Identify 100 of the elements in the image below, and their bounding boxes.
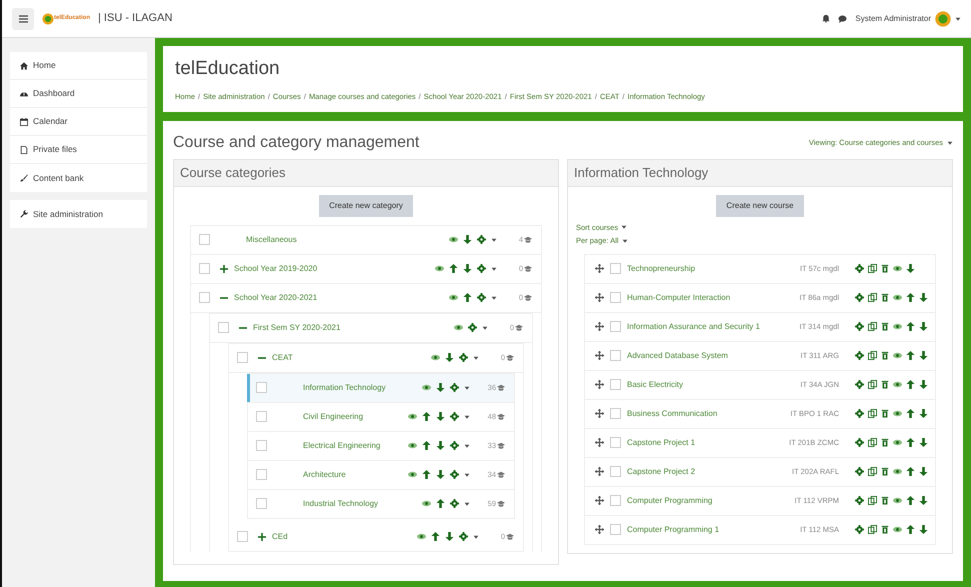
trash-icon[interactable] bbox=[881, 322, 889, 332]
category-checkbox[interactable] bbox=[199, 234, 210, 246]
category-checkbox[interactable] bbox=[199, 292, 210, 304]
caret-icon[interactable] bbox=[491, 236, 497, 243]
move-icon[interactable] bbox=[595, 496, 604, 506]
category-checkbox[interactable] bbox=[237, 352, 248, 364]
category-name[interactable]: Industrial Technology bbox=[303, 498, 378, 510]
copy-icon[interactable] bbox=[868, 293, 877, 302]
copy-icon[interactable] bbox=[868, 351, 877, 360]
course-name[interactable]: Technopreneurship bbox=[627, 262, 696, 275]
eye-icon[interactable] bbox=[893, 351, 902, 360]
move-icon[interactable] bbox=[595, 380, 604, 390]
up-arrow-icon[interactable] bbox=[422, 441, 431, 450]
user-menu[interactable]: System Administrator bbox=[855, 10, 961, 26]
eye-icon[interactable] bbox=[893, 409, 902, 418]
caret-icon[interactable] bbox=[464, 442, 470, 449]
down-arrow-icon[interactable] bbox=[919, 496, 928, 506]
down-arrow-icon[interactable] bbox=[919, 380, 928, 390]
up-arrow-icon[interactable] bbox=[436, 499, 445, 508]
down-arrow-icon[interactable] bbox=[919, 293, 928, 302]
move-icon[interactable] bbox=[595, 351, 604, 360]
down-arrow-icon[interactable] bbox=[436, 412, 445, 422]
caret-icon[interactable] bbox=[473, 354, 479, 361]
trash-icon[interactable] bbox=[881, 380, 889, 390]
eye-icon[interactable] bbox=[454, 323, 463, 332]
course-name[interactable]: Computer Programming bbox=[627, 494, 712, 507]
down-arrow-icon[interactable] bbox=[919, 351, 928, 360]
down-arrow-icon[interactable] bbox=[445, 353, 454, 362]
create-category-button[interactable]: Create new category bbox=[319, 194, 413, 217]
gear-icon[interactable] bbox=[855, 525, 864, 534]
course-checkbox[interactable] bbox=[610, 495, 621, 506]
eye-icon[interactable] bbox=[893, 293, 902, 302]
eye-icon[interactable] bbox=[408, 412, 417, 422]
up-arrow-icon[interactable] bbox=[906, 496, 915, 506]
course-name[interactable]: Human-Computer Interaction bbox=[627, 292, 730, 304]
gear-icon[interactable] bbox=[450, 499, 459, 508]
trash-icon[interactable] bbox=[881, 409, 889, 418]
gear-icon[interactable] bbox=[450, 412, 459, 422]
create-course-button[interactable]: Create new course bbox=[716, 194, 804, 217]
category-name[interactable]: CEAT bbox=[272, 352, 293, 364]
eye-icon[interactable] bbox=[422, 383, 431, 392]
course-name[interactable]: Basic Electricity bbox=[627, 378, 684, 391]
copy-icon[interactable] bbox=[868, 409, 877, 418]
avatar-icon[interactable] bbox=[935, 10, 951, 26]
course-checkbox[interactable] bbox=[610, 408, 621, 420]
gear-icon[interactable] bbox=[468, 323, 477, 332]
menu-button[interactable] bbox=[12, 8, 34, 30]
trash-icon[interactable] bbox=[881, 293, 889, 302]
course-checkbox[interactable] bbox=[610, 292, 621, 304]
gear-icon[interactable] bbox=[855, 438, 864, 448]
category-checkbox[interactable] bbox=[256, 411, 267, 422]
gear-icon[interactable] bbox=[450, 470, 459, 480]
caret-icon[interactable] bbox=[622, 238, 628, 244]
move-icon[interactable] bbox=[595, 525, 604, 534]
down-arrow-icon[interactable] bbox=[436, 441, 445, 450]
down-arrow-icon[interactable] bbox=[436, 470, 445, 480]
expand-icon[interactable] bbox=[220, 264, 228, 273]
caret-icon[interactable] bbox=[491, 294, 497, 301]
down-arrow-icon[interactable] bbox=[445, 532, 454, 542]
up-arrow-icon[interactable] bbox=[463, 293, 472, 302]
gear-icon[interactable] bbox=[855, 380, 864, 390]
category-checkbox[interactable] bbox=[256, 382, 267, 394]
gear-icon[interactable] bbox=[855, 293, 864, 302]
up-arrow-icon[interactable] bbox=[906, 293, 915, 302]
category-name[interactable]: CEd bbox=[272, 530, 288, 543]
course-name[interactable]: Capstone Project 2 bbox=[627, 466, 696, 478]
up-arrow-icon[interactable] bbox=[906, 380, 915, 390]
down-arrow-icon[interactable] bbox=[463, 264, 472, 274]
move-icon[interactable] bbox=[595, 322, 604, 332]
up-arrow-icon[interactable] bbox=[422, 412, 431, 422]
gear-icon[interactable] bbox=[855, 409, 864, 418]
chat-icon[interactable] bbox=[838, 14, 848, 22]
course-checkbox[interactable] bbox=[610, 379, 621, 390]
eye-icon[interactable] bbox=[893, 496, 902, 506]
trash-icon[interactable] bbox=[881, 496, 889, 506]
category-checkbox[interactable] bbox=[218, 322, 229, 334]
sidebar-item[interactable]: Content bank bbox=[10, 164, 147, 192]
category-name[interactable]: Miscellaneous bbox=[246, 234, 297, 246]
eye-icon[interactable] bbox=[435, 264, 444, 274]
copy-icon[interactable] bbox=[868, 496, 877, 506]
move-icon[interactable] bbox=[595, 438, 604, 448]
trash-icon[interactable] bbox=[881, 467, 889, 476]
eye-icon[interactable] bbox=[893, 438, 902, 448]
trash-icon[interactable] bbox=[881, 525, 889, 534]
down-arrow-icon[interactable] bbox=[919, 525, 928, 534]
down-arrow-icon[interactable] bbox=[919, 322, 928, 332]
sidebar-item[interactable]: Private files bbox=[10, 136, 147, 164]
category-checkbox[interactable] bbox=[237, 531, 248, 542]
eye-icon[interactable] bbox=[893, 380, 902, 390]
eye-icon[interactable] bbox=[408, 470, 417, 480]
course-checkbox[interactable] bbox=[610, 437, 621, 448]
gear-icon[interactable] bbox=[477, 293, 486, 302]
copy-icon[interactable] bbox=[868, 467, 877, 476]
course-checkbox[interactable] bbox=[610, 466, 621, 478]
caret-icon[interactable] bbox=[955, 16, 961, 22]
gear-icon[interactable] bbox=[459, 353, 468, 362]
caret-icon[interactable] bbox=[464, 472, 470, 478]
up-arrow-icon[interactable] bbox=[449, 264, 458, 274]
sidebar-item[interactable]: Calendar bbox=[10, 108, 147, 136]
course-checkbox[interactable] bbox=[610, 524, 621, 536]
